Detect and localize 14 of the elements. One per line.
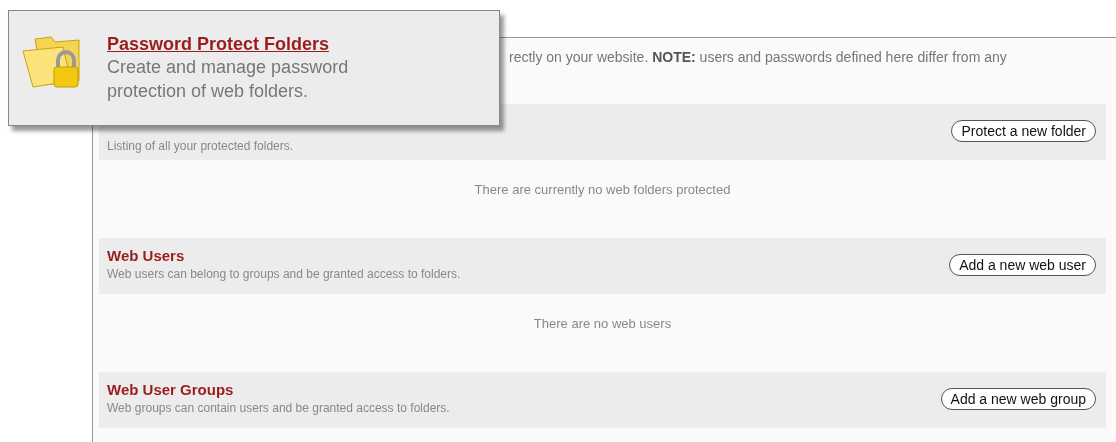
section-description: Web groups can contain users and be granted access to folders. [107,400,450,417]
intro-text: rectly on your website. NOTE: users and passwords defined here differ from any [509,48,1007,67]
add-button[interactable]: Add a new web user [949,254,1096,276]
section-description: Web users can belong to groups and be granted access to folders. [107,266,461,283]
locked-folder-icon [21,33,81,91]
empty-message: There are no web users [533,316,672,331]
add-button[interactable]: Protect a new folder [951,120,1096,142]
empty-message: There are currently no web folders protected [474,182,731,197]
popup-description: Create and manage password protection of web folders. [107,56,350,103]
add-button[interactable]: Add a new web group [940,388,1096,410]
section-title: Web Users [107,247,186,265]
popup-title-link[interactable]: Password Protect Folders [107,33,407,55]
section-title: Web User Groups [107,381,235,399]
section-description: Listing of all your protected folders. [107,138,294,155]
